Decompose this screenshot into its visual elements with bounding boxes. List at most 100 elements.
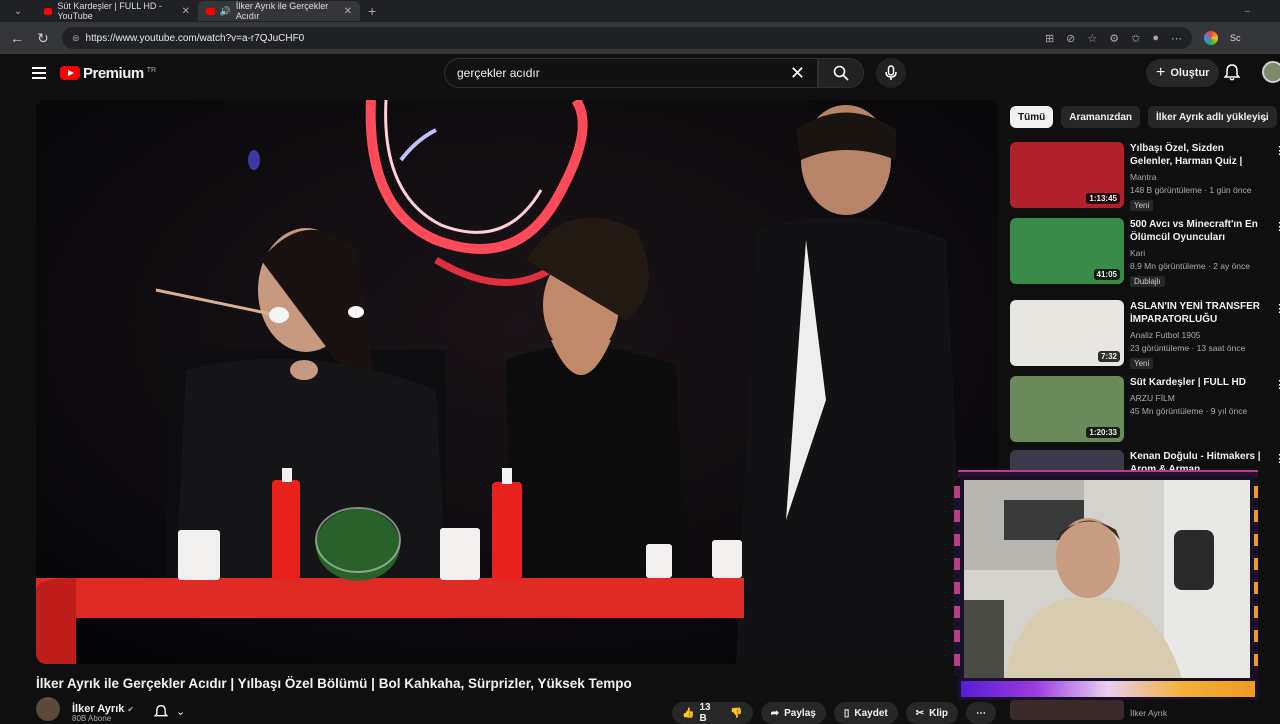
more-options-icon[interactable]: ⋮ bbox=[1274, 378, 1280, 391]
site-info-icon[interactable]: ⊜ bbox=[72, 33, 80, 44]
sidebar-label: Sc bbox=[1230, 33, 1241, 43]
recommendation-item[interactable]: 7:32 ASLAN'IN YENİ TRANSFER İMPARATORLUĞU… bbox=[1010, 300, 1280, 371]
address-bar: ← ↻ ⊜ https://www.youtube.com/watch?v=a-… bbox=[0, 22, 1280, 54]
thumbs-down-icon[interactable]: 👎 bbox=[730, 708, 742, 719]
recommendation-badge: Yeni bbox=[1130, 358, 1154, 369]
account-avatar[interactable] bbox=[1262, 61, 1280, 83]
chevron-down-icon: ⌄ bbox=[176, 706, 186, 718]
channel-avatar[interactable] bbox=[36, 697, 60, 721]
video-thumbnail[interactable]: 1:20:33 bbox=[1010, 376, 1124, 442]
menu-dots-icon[interactable]: ⋯ bbox=[1171, 32, 1182, 45]
scissors-icon: ✂ bbox=[915, 707, 925, 719]
url-field[interactable]: ⊜ https://www.youtube.com/watch?v=a-r7QJ… bbox=[62, 27, 1192, 49]
webcam-feed bbox=[960, 476, 1254, 682]
video-actions: 👍 13 B 👎 ➦ Paylaş ▯ Kaydet ✂ Klip ⋯ bbox=[672, 702, 996, 724]
chip-uploader[interactable]: İlker Ayrık adlı yükleyici bbox=[1148, 106, 1277, 128]
extensions-icon[interactable]: ⚙ bbox=[1109, 32, 1119, 45]
favorites-icon[interactable]: ✩ bbox=[1131, 32, 1140, 45]
recommendation-title[interactable]: 500 Avcı vs Minecraft'ın En Ölümcül Oyun… bbox=[1130, 218, 1266, 244]
create-label: Oluştur bbox=[1170, 67, 1210, 79]
microphone-icon bbox=[885, 65, 897, 80]
search-button[interactable] bbox=[818, 58, 864, 88]
chevron-right-icon[interactable]: › bbox=[1262, 110, 1267, 126]
youtube-favicon-icon bbox=[206, 7, 215, 15]
video-frame bbox=[36, 100, 998, 664]
menu-icon[interactable] bbox=[32, 67, 46, 79]
browser-tab-1[interactable]: Süt Kardeşler | FULL HD - YouTube ✕ bbox=[36, 1, 198, 21]
tab-title: İlker Ayrık ile Gerçekler Acıdır bbox=[235, 1, 329, 21]
recommendation-item[interactable]: 1:13:45 Yılbaşı Özel, Sizden Gelenler, Ha… bbox=[1010, 142, 1280, 213]
verified-icon: ✔ bbox=[127, 704, 135, 714]
plus-icon: + bbox=[1156, 64, 1166, 81]
more-dots-icon: ⋯ bbox=[976, 707, 986, 719]
search-input[interactable]: gerçekler acıdır ✕ bbox=[444, 58, 818, 88]
more-options-icon[interactable]: ⋮ bbox=[1274, 144, 1280, 157]
youtube-play-icon bbox=[60, 66, 80, 80]
channel-row: İlker Ayrık ✔ 80B Abone ⌄ 👍 13 B 👎 ➦ Pay… bbox=[36, 697, 996, 724]
tracking-icon[interactable]: ⊘ bbox=[1066, 32, 1075, 45]
speaker-icon[interactable]: 🔊 bbox=[220, 6, 231, 17]
url-text: https://www.youtube.com/watch?v=a-r7QJuC… bbox=[85, 32, 305, 44]
video-title: İlker Ayrık ile Gerçekler Acıdır | Yılba… bbox=[36, 676, 632, 691]
recommendation-channel[interactable]: Mantra bbox=[1130, 172, 1266, 182]
bell-icon bbox=[154, 704, 168, 717]
clear-search-icon[interactable]: ✕ bbox=[790, 63, 805, 84]
webcam-overlay bbox=[952, 466, 1260, 706]
browser-tab-strip: ⌄ Süt Kardeşler | FULL HD - YouTube ✕ 🔊 … bbox=[0, 0, 1280, 22]
recommendation-badge: Yeni bbox=[1130, 200, 1154, 211]
share-button[interactable]: ➦ Paylaş bbox=[760, 702, 826, 724]
video-duration: 1:20:33 bbox=[1086, 427, 1120, 438]
filter-chips: Tümü Aramanızdan İlker Ayrık adlı yükley… bbox=[1010, 106, 1277, 128]
logo-text: Premium bbox=[83, 64, 144, 82]
more-options-icon[interactable]: ⋮ bbox=[1274, 452, 1280, 465]
recommendation-info: Yılbaşı Özel, Sizden Gelenler, Harman Qu… bbox=[1130, 142, 1266, 213]
browser-tab-2[interactable]: 🔊 İlker Ayrık ile Gerçekler Acıdır ✕ bbox=[198, 1, 360, 21]
save-button[interactable]: ▯ Kaydet bbox=[833, 702, 898, 724]
youtube-logo[interactable]: Premium TR bbox=[60, 65, 156, 82]
back-icon[interactable]: ← bbox=[10, 30, 24, 46]
chip-from-search[interactable]: Aramanızdan bbox=[1061, 106, 1141, 128]
recommendation-item[interactable]: 41:05 500 Avcı vs Minecraft'ın En Ölümcül… bbox=[1010, 218, 1280, 289]
share-label: Paylaş bbox=[784, 707, 816, 719]
search-icon bbox=[833, 65, 849, 81]
close-tab-icon[interactable]: ✕ bbox=[182, 6, 190, 17]
recommendation-title[interactable]: ASLAN'IN YENİ TRANSFER İMPARATORLUĞU YIL… bbox=[1130, 300, 1266, 326]
recommendation-channel[interactable]: ARZU FİLM bbox=[1130, 393, 1266, 403]
window-controls[interactable]: – bbox=[1244, 6, 1280, 17]
next-thumbnail[interactable] bbox=[1010, 700, 1124, 720]
recommendation-meta: 148 B görüntüleme · 1 gün önce bbox=[1130, 185, 1252, 195]
voice-search-button[interactable] bbox=[876, 58, 906, 88]
profile-icon[interactable]: ● bbox=[1152, 32, 1159, 45]
recommendation-item[interactable]: 1:20:33 Süt Kardeşler | FULL HD ARZU FİLM 4… bbox=[1010, 376, 1280, 442]
bookmark-star-icon[interactable]: ☆ bbox=[1087, 32, 1097, 45]
search-area: gerçekler acıdır ✕ bbox=[444, 58, 906, 88]
more-options-icon[interactable]: ⋮ bbox=[1274, 220, 1280, 233]
notifications-button[interactable] bbox=[1223, 63, 1241, 86]
clip-button[interactable]: ✂ Klip bbox=[905, 702, 958, 724]
video-player[interactable] bbox=[36, 100, 998, 664]
new-tab-button[interactable]: + bbox=[360, 3, 384, 19]
clip-label: Klip bbox=[929, 707, 948, 719]
more-options-icon[interactable]: ⋮ bbox=[1274, 302, 1280, 315]
video-thumbnail[interactable]: 41:05 bbox=[1010, 218, 1124, 284]
chip-all[interactable]: Tümü bbox=[1010, 106, 1054, 128]
recommendation-channel[interactable]: Kari bbox=[1130, 248, 1266, 258]
tab-search-icon[interactable]: ⌄ bbox=[0, 6, 36, 17]
video-thumbnail[interactable]: 7:32 bbox=[1010, 300, 1124, 366]
recommendation-meta: 8,9 Mn görüntüleme · 2 ay önce bbox=[1130, 261, 1251, 271]
app-icon[interactable]: ⊞ bbox=[1045, 32, 1054, 45]
reload-icon[interactable]: ↻ bbox=[36, 30, 50, 47]
share-icon: ➦ bbox=[770, 707, 780, 719]
copilot-icon[interactable] bbox=[1204, 31, 1218, 45]
close-tab-icon[interactable]: ✕ bbox=[344, 6, 352, 17]
country-code: TR bbox=[146, 66, 157, 74]
like-button[interactable]: 👍 13 B 👎 bbox=[672, 702, 753, 724]
bottom-channel: İlker Ayrık bbox=[1130, 708, 1168, 718]
recommendation-title[interactable]: Süt Kardeşler | FULL HD bbox=[1130, 376, 1266, 389]
recommendation-title[interactable]: Yılbaşı Özel, Sizden Gelenler, Harman Qu… bbox=[1130, 142, 1266, 168]
subscribed-button[interactable]: ⌄ bbox=[154, 704, 185, 719]
create-button[interactable]: + Oluştur bbox=[1146, 59, 1220, 87]
search-query: gerçekler acıdır bbox=[457, 66, 540, 80]
recommendation-channel[interactable]: Analiz Futbol 1905 bbox=[1130, 330, 1266, 340]
video-thumbnail[interactable]: 1:13:45 bbox=[1010, 142, 1124, 208]
